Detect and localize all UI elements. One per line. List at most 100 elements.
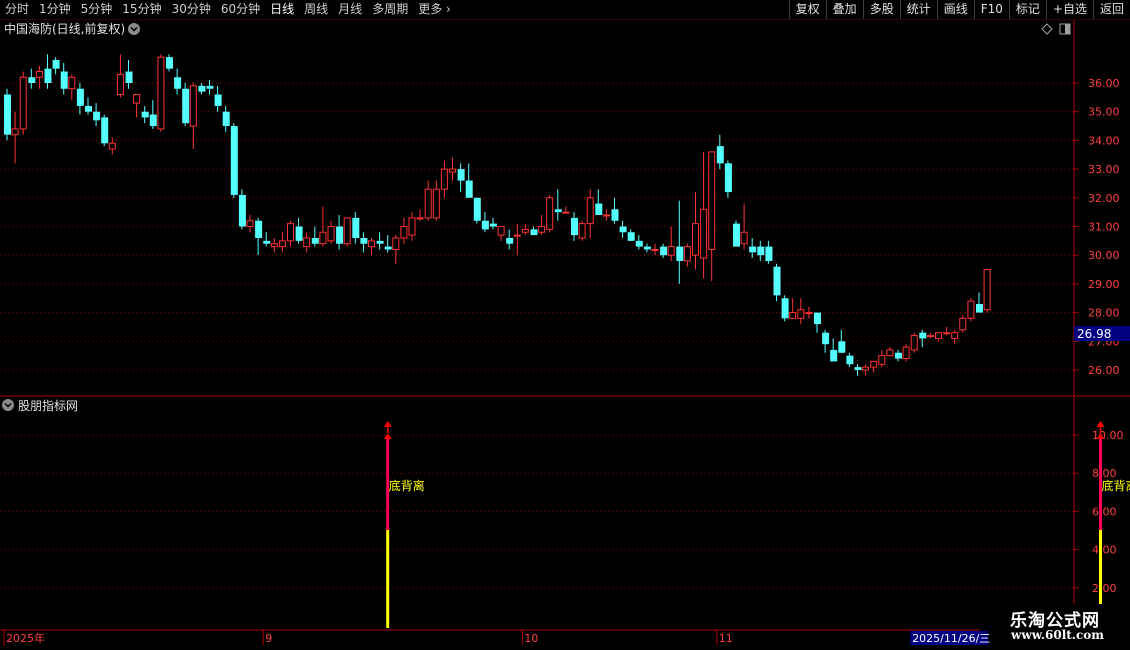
candle-body [60,71,68,89]
candle [910,332,918,353]
candle [854,364,862,376]
candle [133,93,141,118]
candle [28,68,36,89]
candle [116,54,124,98]
panel-toggle-icon[interactable] [1059,23,1071,35]
candle-body [562,211,570,214]
candle [902,344,910,362]
candle-body [376,240,384,244]
candle-body [246,220,254,227]
date-label: 2025年 [3,630,45,645]
candle-body [943,332,951,335]
candle-body [408,217,416,236]
candle-body [886,349,894,357]
candle [141,105,149,124]
candle [919,329,927,348]
diamond-icon[interactable] [1041,23,1053,35]
candle [683,243,691,267]
candle-body [392,237,400,250]
candle-body [384,246,392,250]
candle-body [101,117,109,144]
candle [85,97,92,115]
candle-body [757,246,765,256]
candle-body [457,169,465,181]
candle [643,243,651,253]
candle-body [895,352,902,359]
indicator-axis-ticks: 10.008.006.004.002.00 [1074,429,1124,595]
candle [822,329,830,353]
candle-body [327,226,335,242]
candle [108,137,116,155]
candle-body [814,312,821,325]
candle [554,189,562,221]
candle [392,235,400,264]
candle-body [400,226,408,239]
candle [692,192,699,270]
candle-body [303,237,311,248]
candle [481,212,489,233]
logo-url: www.60lt.com [1011,628,1104,642]
candle [44,54,52,89]
candle-body [667,246,675,256]
signal-label: 底背离 [1102,478,1130,493]
candle [967,298,975,322]
chart-canvas[interactable]: 中国海防(日线,前复权) 36.00 35.00 34.00 33.00 32.00 31… [0,0,1130,650]
price-tick-label: 30.00 [1088,249,1120,262]
divergence-signals: 底背离 底背离 [383,421,1130,628]
candle-body [676,246,684,261]
candle [781,295,789,322]
candle [60,62,68,95]
candle-body [830,349,838,362]
candle-body [198,85,206,92]
candle [773,263,781,302]
candle [336,215,344,250]
candle [926,332,934,339]
candle [805,306,813,319]
candle [846,352,854,368]
candle-body [683,246,691,262]
candle [149,100,157,129]
candle [343,217,351,247]
candle-body [733,223,740,247]
candle [400,217,408,244]
candle-body [352,217,360,238]
price-tick-label: 33.00 [1088,163,1120,176]
candle-body [416,217,424,220]
current-price-label: 26.98 [1077,327,1111,341]
candle [602,209,610,221]
candle-body [902,346,910,360]
candle-body [497,226,505,236]
chevron-down-icon[interactable] [128,23,140,35]
candle [578,220,586,241]
candle [983,269,991,313]
date-label-text: 9 [265,632,272,645]
candle [724,160,732,198]
arrow-up-icon [383,433,392,439]
candle [789,298,797,319]
candle-body [740,231,748,245]
candle [740,203,748,250]
candle-body [311,237,319,244]
candle [376,232,384,250]
candle-body [189,85,197,127]
chevron-down-icon[interactable] [2,399,14,411]
candle-body [602,214,610,217]
candle-body [490,223,497,227]
candle [757,240,765,261]
indicator-tick-label: 2.00 [1092,582,1117,595]
current-price-tag: 26.98 [1074,326,1130,341]
candle-body [85,105,92,112]
candle [521,223,529,236]
candle [538,215,546,236]
candle-body [619,226,627,233]
candle-body [797,309,805,319]
candle [440,160,448,198]
candle-body [44,68,52,83]
candle [530,226,538,236]
candle-body [182,88,190,124]
candle-body [141,111,149,118]
candle-body [586,197,594,225]
candle [424,180,432,221]
date-label: 9 [262,630,272,645]
candle [408,212,416,241]
